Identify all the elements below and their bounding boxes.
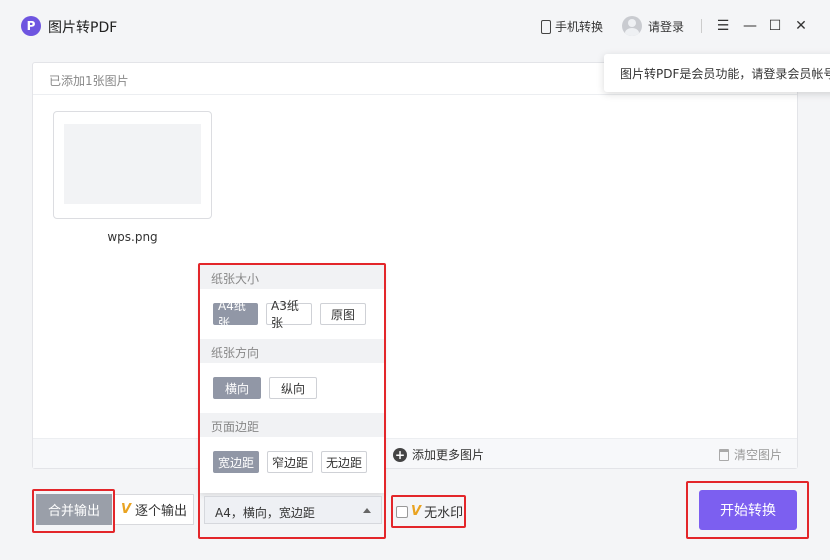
highlight-merge — [32, 489, 115, 533]
close-icon[interactable]: ✕ — [792, 16, 810, 36]
menu-icon[interactable]: ☰ — [714, 16, 732, 36]
mobile-convert-button[interactable]: 手机转换 — [541, 18, 603, 35]
plus-icon: + — [393, 447, 407, 462]
clear-images-label: 清空图片 — [734, 448, 783, 462]
minimize-icon[interactable]: — — [741, 16, 759, 36]
image-thumbnail[interactable] — [53, 111, 212, 219]
thumbnail-preview — [64, 124, 201, 204]
title-bar: P 图片转PDF 手机转换 请登录 ☰ — ☐ ✕ — [0, 0, 830, 54]
divider — [701, 19, 702, 33]
add-more-label: 添加更多图片 — [412, 448, 485, 462]
add-more-images-button[interactable]: + 添加更多图片 — [393, 446, 484, 463]
mobile-convert-label: 手机转换 — [555, 20, 604, 34]
login-link[interactable]: 请登录 — [648, 18, 684, 35]
avatar[interactable] — [622, 16, 642, 36]
login-tooltip: 图片转PDF是会员功能，请登录会员帐号 — [604, 54, 830, 92]
panel-footer: + 添加更多图片 清空图片 — [33, 438, 797, 468]
app-logo-icon: P — [21, 16, 41, 36]
highlight-start — [686, 481, 809, 539]
separate-output-button[interactable]: V 逐个输出 — [114, 494, 194, 525]
highlight-settings — [198, 263, 386, 539]
thumbnail-filename: wps.png — [107, 230, 158, 244]
image-panel: 已添加1张图片 wps.png + 添加更多图片 清空图片 — [32, 62, 798, 469]
highlight-watermark — [391, 495, 466, 528]
trash-icon — [719, 448, 729, 461]
vip-icon: V — [120, 502, 132, 517]
maximize-icon[interactable]: ☐ — [766, 16, 784, 36]
app-title: 图片转PDF — [48, 20, 118, 36]
phone-icon — [541, 19, 551, 34]
clear-images-button[interactable]: 清空图片 — [719, 446, 782, 463]
separate-output-label: 逐个输出 — [135, 504, 188, 519]
